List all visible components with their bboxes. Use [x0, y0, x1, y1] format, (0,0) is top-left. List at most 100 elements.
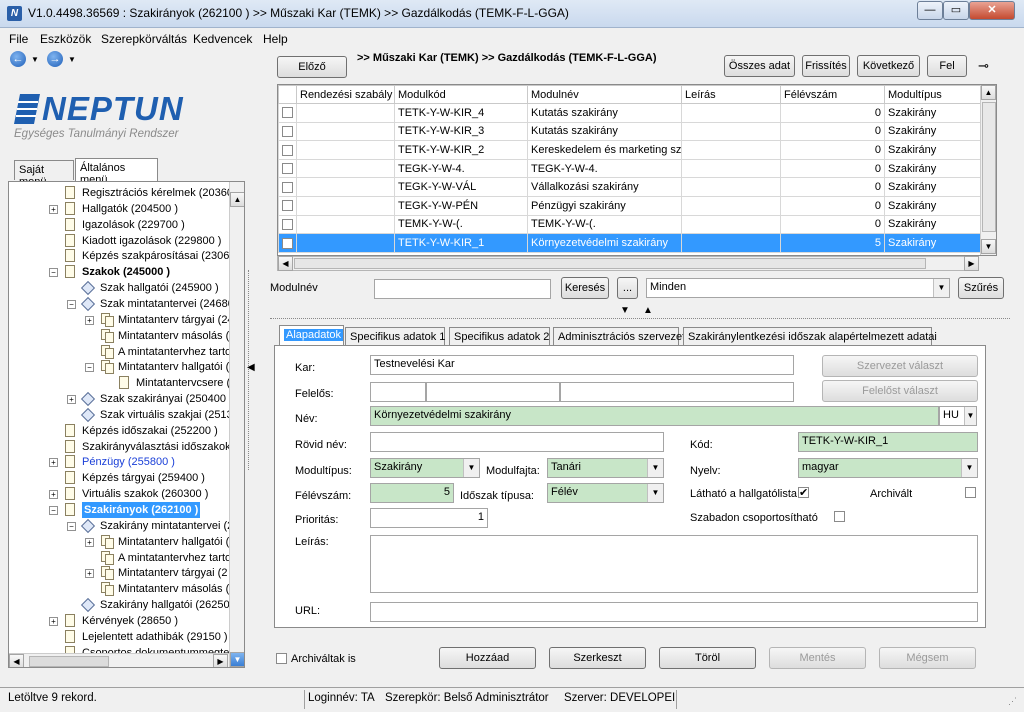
resize-grip-icon[interactable]: ⋰: [1008, 696, 1020, 708]
row-checkbox[interactable]: [282, 163, 293, 175]
menu-help[interactable]: Help: [263, 32, 288, 46]
felelos-field-2[interactable]: [426, 382, 560, 402]
grid-header-modultipus[interactable]: Modultípus: [884, 85, 981, 104]
menu-kedvencek[interactable]: Kedvencek: [193, 32, 252, 46]
archivalt-checkbox[interactable]: [965, 487, 976, 498]
grid-scroll-thumb[interactable]: [982, 102, 996, 232]
all-data-button[interactable]: Összes adat: [724, 55, 795, 77]
felelos-field-3[interactable]: [560, 382, 794, 402]
tree-scroll-right-icon[interactable]: ▶: [213, 654, 228, 667]
prioritas-field[interactable]: 1: [370, 508, 488, 528]
grid-header-modulkod[interactable]: Modulkód: [394, 85, 528, 104]
szabadon-checkbox[interactable]: [834, 511, 845, 522]
table-row[interactable]: TETK-Y-W-KIR_1 Környezetvédelmi szakirány…: [278, 233, 981, 253]
tab-sajat-menu[interactable]: Saját menü: [14, 160, 74, 188]
archived-checkbox[interactable]: [276, 653, 287, 664]
language-chevron-icon[interactable]: ▼: [964, 407, 976, 425]
table-row[interactable]: TEGK-Y-W-VÁL Vállalkozási szakirány 0 Szaki…: [278, 177, 981, 197]
lathato-checkbox[interactable]: ✔: [798, 487, 809, 499]
kar-field[interactable]: Testnevelési Kar: [370, 355, 794, 375]
add-button[interactable]: Hozzáad: [439, 647, 536, 669]
modulnev-search-input[interactable]: [374, 279, 551, 299]
grid-hscroll-thumb[interactable]: [294, 258, 926, 269]
panel-splitter[interactable]: ◀: [246, 270, 257, 470]
idoszak-chevron-icon[interactable]: ▼: [647, 484, 663, 502]
delete-button[interactable]: Töröl: [659, 647, 756, 669]
grid-horizontal-scrollbar[interactable]: ◀ ▶: [277, 256, 979, 271]
row-checkbox-cell[interactable]: [278, 121, 297, 142]
row-checkbox[interactable]: [282, 218, 293, 230]
collapse-up-icon[interactable]: ▲: [643, 305, 653, 316]
forward-icon[interactable]: →: [47, 51, 63, 67]
table-row[interactable]: TEGK-Y-W-4. TEGK-Y-W-4. 0 Szakirány: [278, 158, 981, 179]
leiras-field[interactable]: [370, 535, 978, 593]
grid-scroll-right-icon[interactable]: ▶: [964, 256, 979, 271]
row-checkbox-cell[interactable]: [278, 233, 297, 253]
row-checkbox-cell[interactable]: [278, 195, 297, 216]
tree-scroll-left-icon[interactable]: ◀: [9, 654, 24, 667]
grid-header-rendezesi[interactable]: Rendezési szabály: [296, 85, 395, 104]
row-checkbox[interactable]: [282, 107, 293, 119]
idoszak-tipusa-select[interactable]: Félév ▼: [547, 483, 664, 503]
collapse-icon[interactable]: −: [67, 521, 76, 531]
close-button[interactable]: ✕: [969, 1, 1015, 20]
row-checkbox-cell[interactable]: [278, 140, 297, 160]
previous-button[interactable]: Előző: [277, 56, 347, 78]
row-checkbox-cell[interactable]: [278, 177, 297, 197]
modultipus-select[interactable]: Szakirány ▼: [370, 458, 480, 478]
collapse-down-icon[interactable]: ▼: [620, 305, 630, 316]
modulfajta-chevron-icon[interactable]: ▼: [647, 459, 663, 477]
row-checkbox[interactable]: [282, 200, 293, 212]
save-button[interactable]: Mentés: [769, 647, 866, 669]
next-button[interactable]: Következő: [857, 55, 920, 77]
tree-vertical-scrollbar[interactable]: ▲ ▼: [229, 182, 244, 667]
expand-icon[interactable]: +: [85, 537, 94, 547]
edit-button[interactable]: Szerkeszt: [549, 647, 646, 669]
row-checkbox[interactable]: [282, 125, 293, 137]
nyelv-chevron-icon[interactable]: ▼: [961, 459, 977, 477]
grid-header-modulnev[interactable]: Modulnév: [527, 85, 682, 104]
tree-scroll-down-icon[interactable]: ▼: [230, 652, 244, 667]
minimize-button[interactable]: —: [917, 1, 943, 20]
tab-admin-szervezet[interactable]: Adminisztrációs szervezet: [553, 327, 685, 346]
collapse-icon[interactable]: −: [85, 363, 94, 373]
row-checkbox[interactable]: [282, 144, 293, 156]
pin-icon[interactable]: ⊸: [978, 58, 989, 74]
nyelv-select[interactable]: magyar ▼: [798, 458, 978, 478]
row-checkbox-cell[interactable]: [278, 158, 297, 179]
forward-dropdown-icon[interactable]: ▼: [68, 55, 76, 64]
row-checkbox[interactable]: [282, 237, 293, 249]
expand-icon[interactable]: +: [85, 569, 94, 579]
refresh-button[interactable]: Frissítés: [802, 55, 850, 77]
expand-icon[interactable]: +: [49, 458, 58, 468]
table-row[interactable]: TEGK-Y-W-PÉN Pénzügyi szakirány 0 Szakirány: [278, 195, 981, 216]
kod-field[interactable]: TETK-Y-W-KIR_1: [798, 432, 978, 452]
menu-szerepkorvaltas[interactable]: Szerepkörváltás: [101, 32, 187, 46]
chevron-down-icon[interactable]: ▼: [933, 279, 949, 297]
felevszam-field[interactable]: 5: [370, 483, 454, 503]
table-row[interactable]: TEMK-Y-W-(. TEMK-Y-W-(. 0 Szakirány: [278, 214, 981, 235]
row-checkbox-cell[interactable]: [278, 103, 297, 123]
table-row[interactable]: TETK-Y-W-KIR_4 Kutatás szakirány 0 Szakirán…: [278, 103, 981, 123]
search-button[interactable]: Keresés: [561, 277, 609, 299]
rovid-nev-field[interactable]: [370, 432, 664, 452]
up-button[interactable]: Fel: [927, 55, 967, 77]
expand-icon[interactable]: +: [67, 395, 76, 405]
filter-button[interactable]: Szűrés: [958, 277, 1004, 299]
tree-horizontal-scrollbar[interactable]: ◀ ▶: [9, 653, 229, 667]
grid-header-felevszam[interactable]: Félévszám: [780, 85, 885, 104]
tab-specifikus-2[interactable]: Specifikus adatok 2: [449, 327, 550, 346]
collapse-icon[interactable]: −: [49, 506, 58, 515]
grid-scroll-down-icon[interactable]: ▼: [981, 239, 996, 254]
nev-field[interactable]: Környezetvédelmi szakirány: [370, 406, 939, 426]
tab-altalanos-menu[interactable]: Általános menü: [75, 158, 158, 186]
collapse-left-icon[interactable]: ◀: [247, 362, 255, 373]
url-field[interactable]: [370, 602, 978, 622]
maximize-button[interactable]: ▭: [943, 1, 969, 20]
modultipus-chevron-icon[interactable]: ▼: [463, 459, 479, 477]
felelos-field-1[interactable]: [370, 382, 426, 402]
table-row[interactable]: TETK-Y-W-KIR_3 Kutatás szakirány 0 Szakirán…: [278, 121, 981, 142]
expand-icon[interactable]: +: [49, 490, 58, 500]
more-button[interactable]: ...: [617, 277, 638, 299]
expand-icon[interactable]: +: [49, 204, 58, 214]
